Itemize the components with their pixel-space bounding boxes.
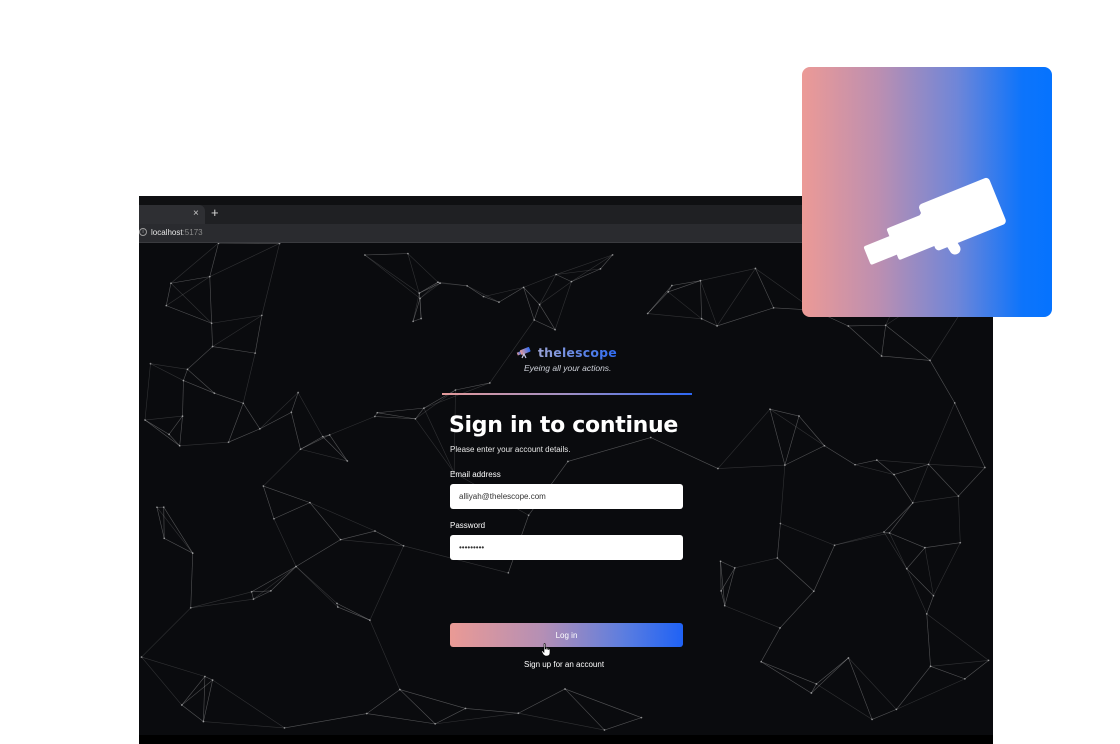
gradient-divider xyxy=(442,393,692,395)
brand: thelescope xyxy=(516,345,617,361)
page-title: Sign in to continue xyxy=(449,413,679,438)
signup-link[interactable]: Sign up for an account xyxy=(524,660,604,670)
new-tab-icon[interactable]: + xyxy=(211,206,219,220)
telescope-icon xyxy=(863,177,1006,265)
address-url[interactable]: localhost:5173 xyxy=(151,227,203,238)
password-field[interactable] xyxy=(450,535,683,560)
password-label: Password xyxy=(450,521,486,530)
telescope-logo-card xyxy=(802,67,1052,317)
tab-close-icon[interactable]: × xyxy=(193,208,199,220)
hand-pointer-icon xyxy=(541,643,551,657)
window-bottom-bar xyxy=(139,735,993,744)
brand-tagline: Eyeing all your actions. xyxy=(524,363,612,373)
info-icon[interactable]: i xyxy=(139,228,147,236)
email-label: Email address xyxy=(450,470,501,479)
login-button[interactable]: Log in xyxy=(450,623,683,647)
email-field[interactable] xyxy=(450,484,683,509)
address-port: :5173 xyxy=(182,228,203,237)
screenshot-stage: × + i localhost:5173 thelescope Eyeing a… xyxy=(0,0,1120,744)
brand-name: thelescope xyxy=(538,345,617,360)
address-host: localhost xyxy=(151,228,183,237)
telescope-small-icon xyxy=(516,347,531,359)
page-subtitle: Please enter your account details. xyxy=(450,445,571,454)
